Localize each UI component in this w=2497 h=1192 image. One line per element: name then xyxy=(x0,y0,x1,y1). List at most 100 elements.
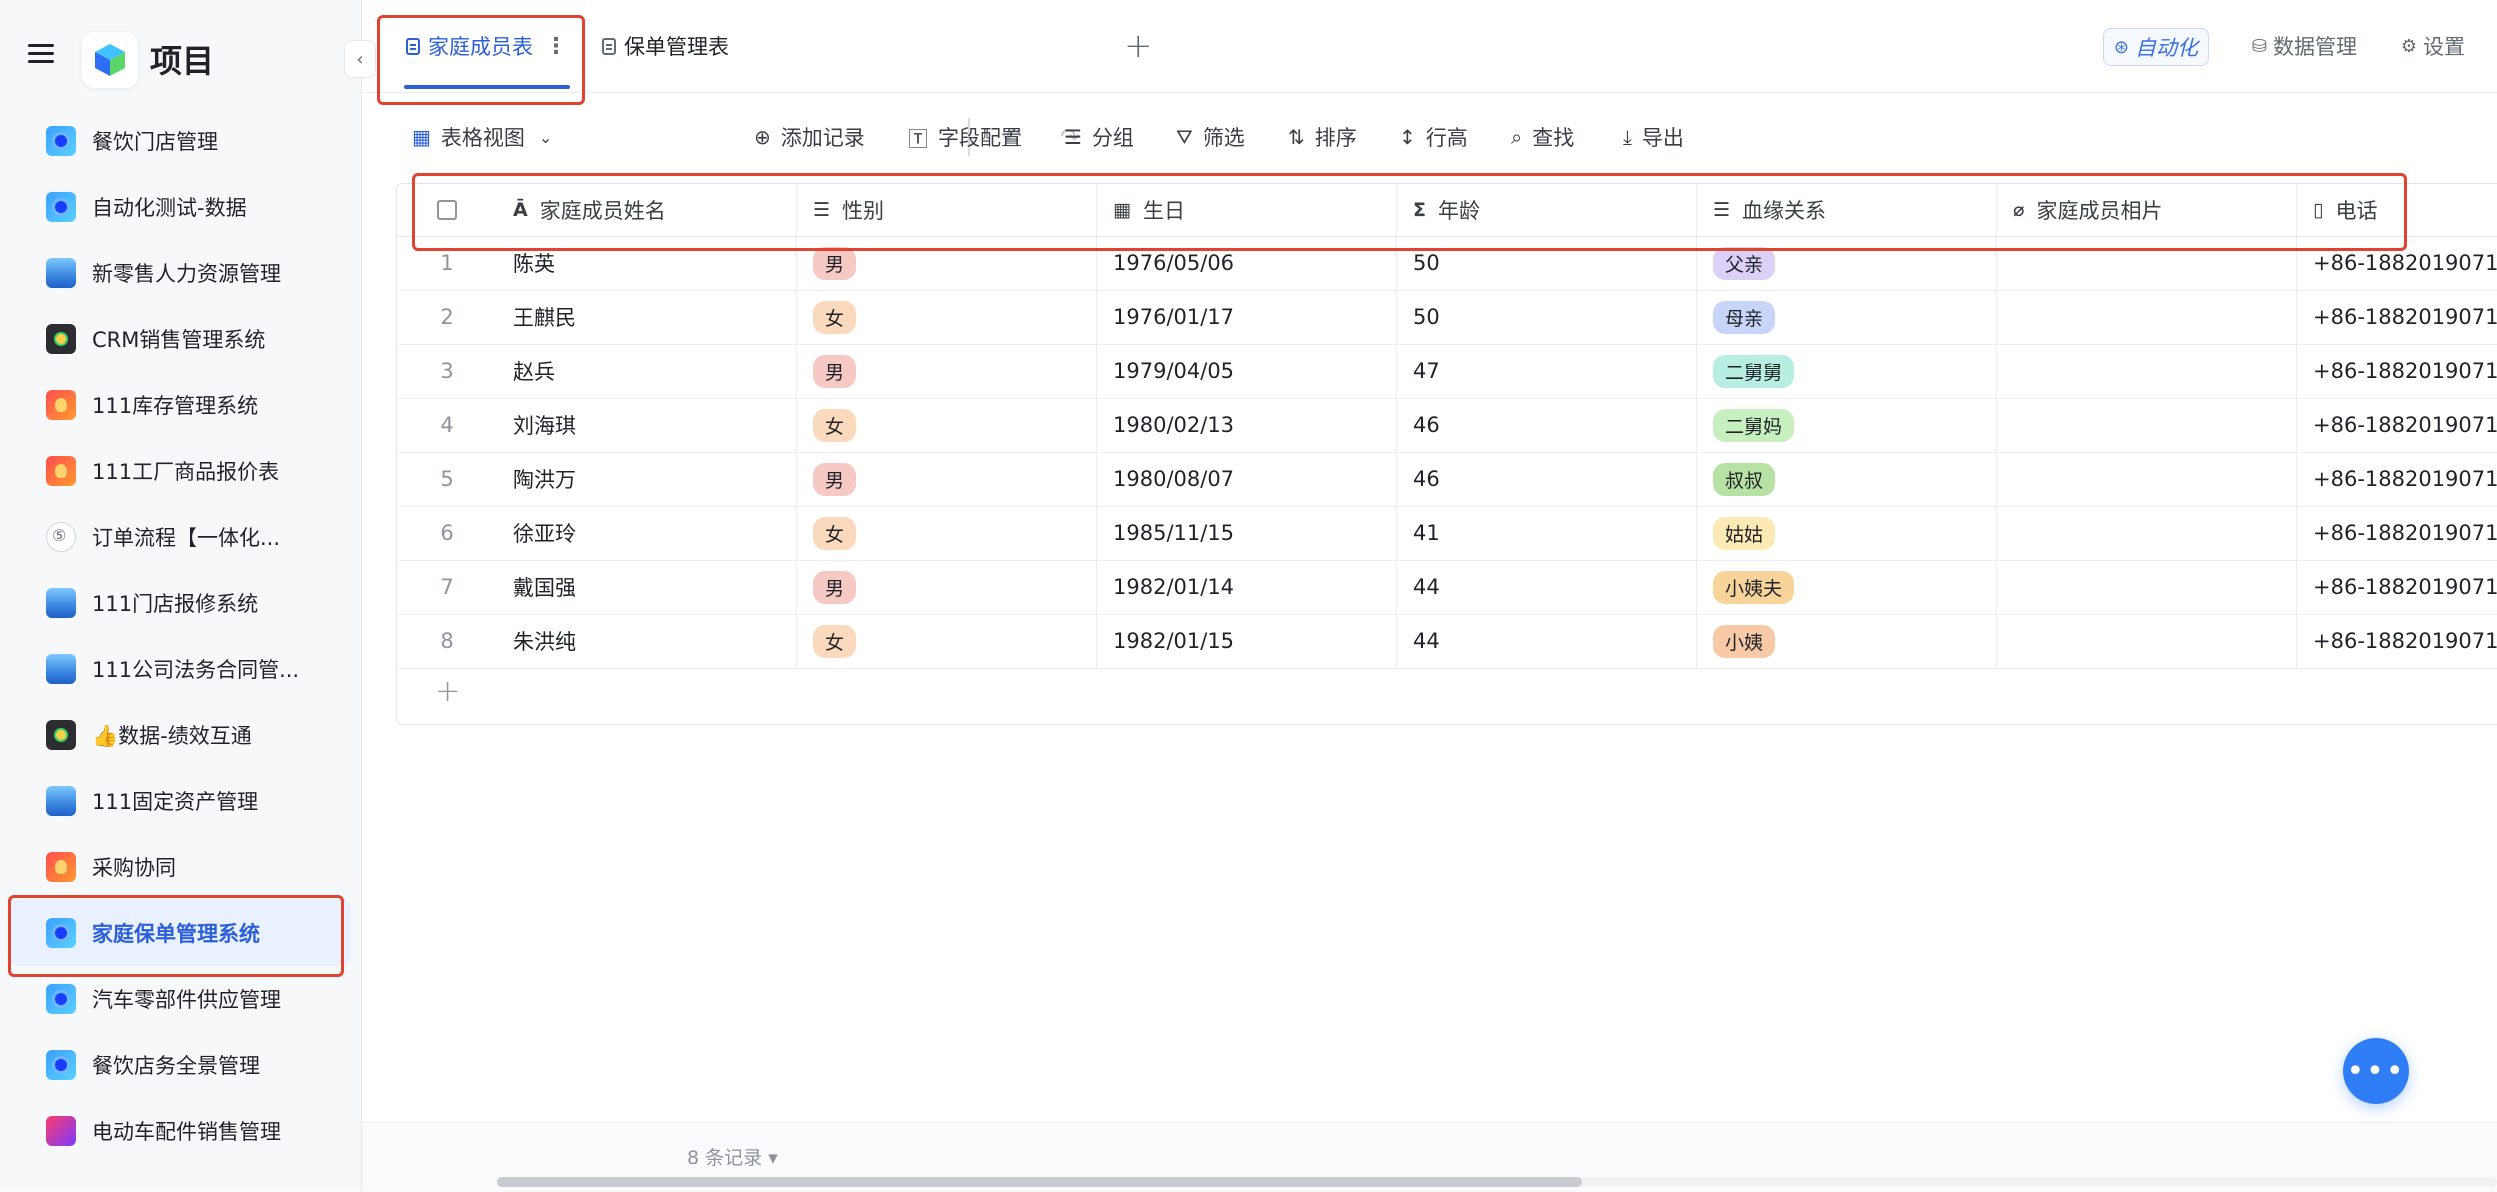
add-tab-icon[interactable]: + xyxy=(1124,26,1153,66)
settings-button[interactable]: ⚙ 设置 xyxy=(2401,28,2465,64)
table-cell[interactable]: 叔叔 xyxy=(1697,452,1997,506)
table-cell[interactable]: +86-18820190712 xyxy=(2297,290,2497,344)
table-cell[interactable]: +86-18820190712 xyxy=(2297,236,2497,290)
table-cell[interactable]: 徐亚玲 xyxy=(497,506,797,560)
menu-icon[interactable] xyxy=(28,42,54,64)
tab-policy-management[interactable]: 保单管理表 xyxy=(602,0,729,92)
table-cell[interactable]: 46 xyxy=(1397,452,1697,506)
table-cell[interactable]: 女 xyxy=(797,506,1097,560)
data-management-button[interactable]: ⛁ 数据管理 xyxy=(2252,28,2357,64)
column-header[interactable]: ▯ 电话 xyxy=(2297,184,2497,236)
sidebar-item[interactable]: 餐饮店务全景管理 xyxy=(0,1032,361,1098)
table-cell[interactable]: +86-18820190712 xyxy=(2297,344,2497,398)
table-cell[interactable]: +86-18820190712 xyxy=(2297,398,2497,452)
sidebar-item[interactable]: 👍数据-绩效互通 xyxy=(0,702,361,768)
table-cell[interactable]: 1982/01/15 xyxy=(1097,614,1397,668)
table-cell[interactable]: 50 xyxy=(1397,236,1697,290)
table-cell[interactable]: 男 xyxy=(797,560,1097,614)
sidebar-item[interactable]: 电动车配件销售管理 xyxy=(0,1098,361,1164)
table-cell[interactable]: 陶洪万 xyxy=(497,452,797,506)
sort-button[interactable]: ⇅ 排序 xyxy=(1288,120,1357,154)
table-cell[interactable]: 44 xyxy=(1397,614,1697,668)
column-header[interactable]: ☰ 性别 xyxy=(797,184,1097,236)
table-row[interactable]: 1 陈英 男 1976/05/06 50 父亲 +86-18820190712 xyxy=(397,236,2497,291)
sidebar-item[interactable]: 111公司法务合同管... xyxy=(0,636,361,702)
table-row[interactable]: 4 刘海琪 女 1980/02/13 46 二舅妈 +86-18820190712 xyxy=(397,398,2497,453)
column-header[interactable]: ⌀ 家庭成员相片 xyxy=(1997,184,2297,236)
table-cell[interactable] xyxy=(1997,290,2297,344)
table-row[interactable]: 7 戴国强 男 1982/01/14 44 小姨夫 +86-18820190712 xyxy=(397,560,2497,615)
table-row[interactable]: 6 徐亚玲 女 1985/11/15 41 姑姑 +86-18820190712 xyxy=(397,506,2497,561)
sidebar-item[interactable]: 新零售人力资源管理 xyxy=(0,240,361,306)
add-row-icon[interactable]: + xyxy=(435,674,460,709)
column-header[interactable]: Ā 家庭成员姓名 xyxy=(497,184,797,236)
table-cell[interactable]: 女 xyxy=(797,614,1097,668)
table-cell[interactable]: 1982/01/14 xyxy=(1097,560,1397,614)
table-cell[interactable]: 二舅妈 xyxy=(1697,398,1997,452)
table-cell[interactable]: 女 xyxy=(797,290,1097,344)
sidebar-item[interactable]: 餐饮门店管理 xyxy=(0,108,361,174)
sidebar-item[interactable]: 111门店报修系统 xyxy=(0,570,361,636)
table-cell[interactable]: +86-18820190712 xyxy=(2297,452,2497,506)
table-cell[interactable]: 王麒民 xyxy=(497,290,797,344)
row-height-button[interactable]: ↕ 行高 xyxy=(1399,120,1468,154)
table-cell[interactable]: 1980/08/07 xyxy=(1097,452,1397,506)
table-cell[interactable]: 1976/01/17 xyxy=(1097,290,1397,344)
table-cell[interactable] xyxy=(1997,560,2297,614)
table-row[interactable]: 2 王麒民 女 1976/01/17 50 母亲 +86-18820190712 xyxy=(397,290,2497,345)
column-header[interactable]: ▦ 生日 xyxy=(1097,184,1397,236)
table-cell[interactable] xyxy=(1997,344,2297,398)
table-cell[interactable]: 47 xyxy=(1397,344,1697,398)
sidebar-item[interactable]: CRM销售管理系统 xyxy=(0,306,361,372)
table-cell[interactable]: 44 xyxy=(1397,560,1697,614)
table-row[interactable]: 3 赵兵 男 1979/04/05 47 二舅舅 +86-18820190712 xyxy=(397,344,2497,399)
table-cell[interactable]: +86-18820190712 xyxy=(2297,614,2497,668)
table-cell[interactable]: 小姨 xyxy=(1697,614,1997,668)
sidebar-item[interactable]: 111固定资产管理 xyxy=(0,768,361,834)
table-cell[interactable]: 男 xyxy=(797,452,1097,506)
table-cell[interactable]: 陈英 xyxy=(497,236,797,290)
select-all-checkbox[interactable] xyxy=(397,184,497,236)
table-cell[interactable]: +86-18820190712 xyxy=(2297,560,2497,614)
add-record-button[interactable]: ⊕ 添加记录 xyxy=(754,120,865,154)
filter-button[interactable]: ⛛ 筛选 xyxy=(1176,120,1245,154)
table-cell[interactable]: 姑姑 xyxy=(1697,506,1997,560)
sidebar-item[interactable]: 家庭保单管理系统 xyxy=(10,900,351,966)
sidebar-item[interactable]: 汽车零部件供应管理 xyxy=(0,966,361,1032)
table-cell[interactable]: 41 xyxy=(1397,506,1697,560)
table-cell[interactable]: 二舅舅 xyxy=(1697,344,1997,398)
horizontal-scrollbar[interactable] xyxy=(497,1177,1582,1187)
sidebar-item[interactable]: 采购协同 xyxy=(0,834,361,900)
table-cell[interactable]: 1976/05/06 xyxy=(1097,236,1397,290)
table-cell[interactable] xyxy=(1997,506,2297,560)
table-cell[interactable] xyxy=(1997,614,2297,668)
table-cell[interactable]: 男 xyxy=(797,236,1097,290)
table-cell[interactable]: 父亲 xyxy=(1697,236,1997,290)
tab-family-members[interactable]: 家庭成员表 ⋮ xyxy=(406,0,567,92)
table-cell[interactable]: 女 xyxy=(797,398,1097,452)
more-icon[interactable]: ⋮ xyxy=(545,34,567,59)
automation-button[interactable]: ⊛ 自动化 xyxy=(2102,28,2209,66)
table-cell[interactable]: 母亲 xyxy=(1697,290,1997,344)
table-cell[interactable]: 男 xyxy=(797,344,1097,398)
table-cell[interactable] xyxy=(1997,398,2297,452)
collapse-sidebar-button[interactable]: ‹ xyxy=(344,40,376,78)
table-cell[interactable]: 朱洪纯 xyxy=(497,614,797,668)
table-cell[interactable]: 1979/04/05 xyxy=(1097,344,1397,398)
table-cell[interactable]: 1985/11/15 xyxy=(1097,506,1397,560)
table-cell[interactable]: +86-18820190712 xyxy=(2297,506,2497,560)
column-header[interactable]: ☰ 血缘关系 xyxy=(1697,184,1997,236)
table-cell[interactable]: 46 xyxy=(1397,398,1697,452)
find-button[interactable]: ⌕ 查找 xyxy=(1511,120,1574,154)
column-header[interactable]: Σ 年龄 xyxy=(1397,184,1697,236)
table-cell[interactable]: 1980/02/13 xyxy=(1097,398,1397,452)
group-button[interactable]: ☰ 分组 xyxy=(1064,120,1134,154)
sidebar-item[interactable]: 自动化测试-数据 xyxy=(0,174,361,240)
table-row[interactable]: 8 朱洪纯 女 1982/01/15 44 小姨 +86-18820190712 xyxy=(397,614,2497,669)
table-cell[interactable] xyxy=(1997,236,2297,290)
table-cell[interactable]: 戴国强 xyxy=(497,560,797,614)
table-row[interactable]: 5 陶洪万 男 1980/08/07 46 叔叔 +86-18820190712 xyxy=(397,452,2497,507)
table-cell[interactable] xyxy=(1997,452,2297,506)
record-count[interactable]: 8 条记录 ▾ xyxy=(687,1143,778,1170)
table-cell[interactable]: 小姨夫 xyxy=(1697,560,1997,614)
